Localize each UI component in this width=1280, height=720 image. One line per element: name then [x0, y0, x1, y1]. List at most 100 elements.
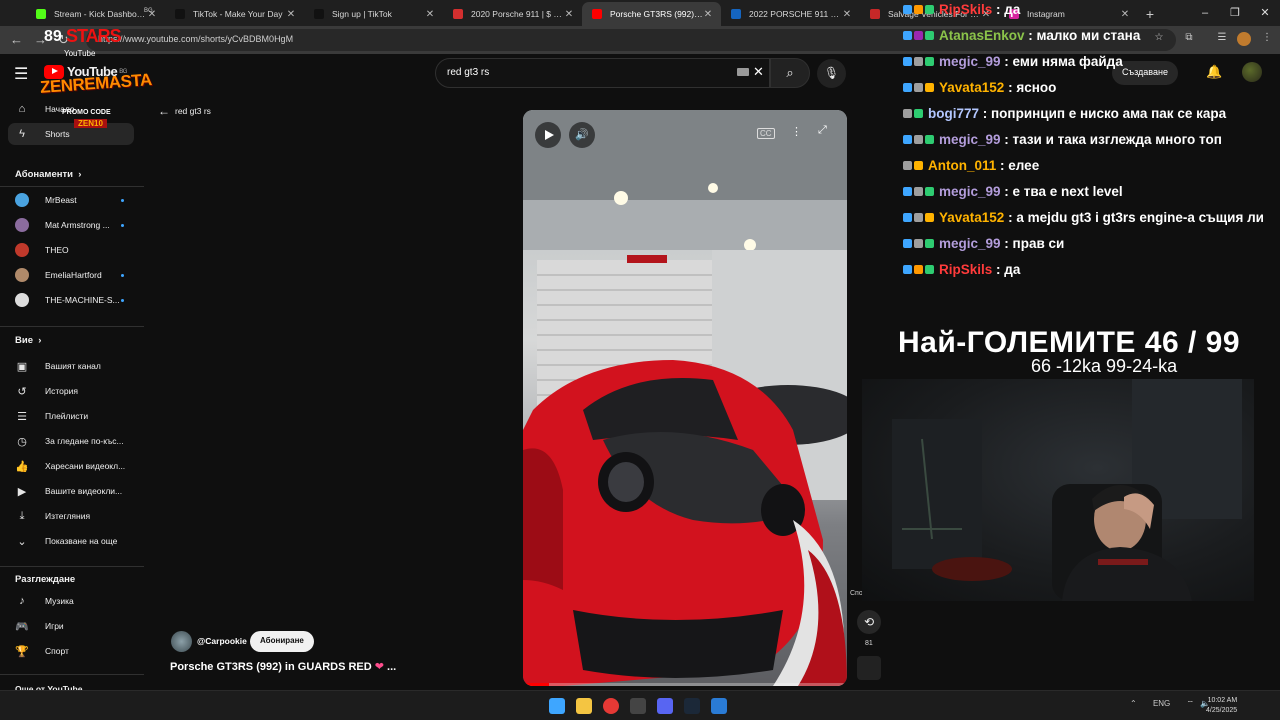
close-tab-icon[interactable]: ✕ — [425, 9, 435, 20]
chat-badge-icon — [914, 4, 923, 14]
chat-message: megic_99 : тази и така изглежда много то… — [903, 128, 1222, 150]
sidebar-item-mrbeast[interactable]: MrBeast — [8, 189, 134, 211]
browser-tab[interactable]: 2020 Porsche 911 | $ 143,800✕ — [443, 2, 582, 26]
sidebar-item-trophy[interactable]: 🏆 Спорт — [8, 640, 134, 662]
back-to-search-label[interactable]: red gt3 rs — [175, 106, 211, 116]
chat-message: RipSkils : да — [903, 0, 1020, 20]
browser-tab[interactable]: Porsche GT3RS (992) in GUAR✕ — [582, 2, 721, 26]
sidebar-item-music[interactable]: ♪ Музика — [8, 590, 134, 612]
remix-count: 81 — [865, 640, 873, 647]
browser-tab[interactable]: Sign up | TikTok ✕ — [304, 2, 443, 26]
close-tab-icon[interactable]: ✕ — [703, 9, 713, 20]
fullscreen-icon[interactable]: ⤢ — [818, 124, 827, 137]
sidebar-item-chevron-down[interactable]: ⌄ Показване на още — [8, 530, 134, 552]
channel-avatar — [15, 193, 29, 207]
channel-handle[interactable]: @Carpookie — [197, 636, 247, 646]
brand-promo-label: PROMO CODE — [62, 109, 111, 116]
subscriptions-heading[interactable]: Абонаменти › — [15, 169, 81, 180]
chat-username: megic_99 — [939, 131, 1001, 147]
close-tab-icon[interactable]: ✕ — [564, 9, 574, 20]
more-options-icon[interactable]: ⋮ — [791, 125, 802, 138]
discord-icon[interactable] — [657, 698, 673, 714]
sidebar: ⌂ Начало ϟ Shorts Абонаменти › MrBeast Mat A… — [0, 96, 144, 694]
youtube-icon — [592, 9, 602, 19]
sidebar-item-the-machine-s-[interactable]: THE-MACHINE-S... — [8, 289, 134, 311]
windows-start-icon[interactable] — [549, 698, 565, 714]
sidebar-item-download[interactable]: ⤓ Изтегляния — [8, 505, 134, 527]
channel-avatar[interactable] — [171, 631, 192, 652]
play-button[interactable] — [535, 122, 561, 148]
remix-icon: ⟲ — [863, 615, 875, 629]
chat-badge-icon — [925, 30, 934, 40]
vscode-icon[interactable] — [711, 698, 727, 714]
chat-separator: : — [1000, 183, 1013, 199]
chat-text: е тва е next level — [1012, 183, 1123, 199]
brand-stars: STARS — [66, 26, 122, 46]
chat-badge-icon — [903, 82, 912, 92]
sound-thumbnail[interactable] — [857, 656, 881, 680]
sidebar-item-label: THEO — [45, 245, 69, 255]
chat-username: megic_99 — [939, 53, 1001, 69]
short-video-player[interactable]: 🔊 CC ⋮ ⤢ — [523, 110, 847, 686]
chat-badge-icon — [903, 238, 912, 248]
autotrader-icon — [453, 9, 463, 19]
tiktok-icon — [175, 9, 185, 19]
sidebar-item-theo[interactable]: THEO — [8, 239, 134, 261]
channel-icon: ▣ — [16, 360, 28, 373]
tray-chevron-icon[interactable]: ⌃ — [1130, 699, 1137, 708]
chat-separator: : — [1000, 53, 1013, 69]
close-tab-icon[interactable]: ✕ — [286, 9, 296, 20]
hamburger-menu-icon[interactable]: ☰ — [14, 64, 28, 84]
browser-tab[interactable]: TikTok - Make Your Day ✕ — [165, 2, 304, 26]
back-arrow-icon[interactable]: ← — [10, 32, 23, 47]
chat-badge-icon — [903, 134, 912, 144]
brand-promo-code: ZEN10 — [74, 119, 107, 128]
chat-message: AtanasEnkov : малко ми стана — [903, 24, 1140, 46]
sidebar-item-label: Плейлисти — [45, 411, 89, 421]
chat-username: RipSkils — [939, 1, 993, 17]
sidebar-item-history[interactable]: ↺ История — [8, 380, 134, 402]
sidebar-item-like[interactable]: 👍 Харесани видеокл... — [8, 455, 134, 477]
chat-badge-icon — [925, 134, 934, 144]
chat-message: Yavata152 : ясноо — [903, 76, 1056, 98]
tab-title: 2022 PORSCHE 911 TURBO — [749, 9, 842, 19]
chat-text: да — [1004, 261, 1021, 277]
sidebar-item-playlists[interactable]: ☰ Плейлисти — [8, 405, 134, 427]
sidebar-item-gaming[interactable]: 🎮 Игри — [8, 615, 134, 637]
keyboard-icon[interactable] — [737, 68, 749, 76]
streamer-brand-overlay: 89 STARS YouTube BG ZENREMASTA PROMO COD… — [39, 2, 170, 142]
chat-separator: : — [1000, 235, 1013, 251]
remix-button[interactable]: ⟲ — [857, 610, 881, 634]
input-language[interactable]: ENG — [1153, 699, 1170, 708]
wifi-icon[interactable]: ⌔ — [1187, 699, 1195, 708]
close-tab-icon[interactable]: ✕ — [842, 9, 852, 20]
you-heading[interactable]: Вие › — [15, 335, 41, 346]
chat-username: Anton_011 — [928, 157, 997, 173]
voice-search-button[interactable]: 🎙 — [817, 59, 846, 88]
chat-text: тази и така изглежда много топ — [1012, 131, 1222, 147]
sidebar-item-mat-armstrong-[interactable]: Mat Armstrong ... — [8, 214, 134, 236]
search-button[interactable]: ⌕ — [770, 58, 810, 88]
subscribe-button[interactable]: Абониране — [250, 631, 314, 652]
clear-search-icon[interactable]: ✕ — [753, 64, 764, 80]
chrome-icon[interactable] — [603, 698, 619, 714]
sidebar-item-channel[interactable]: ▣ Вашият канал — [8, 355, 134, 377]
file-explorer-icon[interactable] — [576, 698, 592, 714]
watch-later-icon: ◷ — [17, 435, 27, 448]
captions-icon[interactable]: CC — [757, 128, 775, 139]
browser-tab[interactable]: 2022 PORSCHE 911 TURBO✕ — [721, 2, 860, 26]
sidebar-item-emeliahartford[interactable]: EmeliaHartford — [8, 264, 134, 286]
short-title[interactable]: Porsche GT3RS (992) in GUARDS RED ❤ ... — [170, 660, 396, 673]
sidebar-item-your-videos[interactable]: ▶ Вашите видеокли... — [8, 480, 134, 502]
search-input[interactable]: red gt3 rs — [435, 58, 770, 88]
taskbar-clock[interactable]: 10:02 AM 4/25/2025 — [1206, 696, 1237, 716]
steam-icon[interactable] — [684, 698, 700, 714]
obs-icon[interactable] — [630, 698, 646, 714]
volume-icon[interactable]: 🔊 — [569, 122, 595, 148]
brand-zenremasta: ZENREMASTA — [39, 70, 153, 97]
sidebar-item-label: Вашият канал — [45, 361, 101, 371]
channel-avatar — [15, 218, 29, 232]
chat-separator: : — [1004, 209, 1017, 225]
video-progress-bar[interactable] — [523, 683, 847, 686]
sidebar-item-watch-later[interactable]: ◷ За гледане по-къс... — [8, 430, 134, 452]
